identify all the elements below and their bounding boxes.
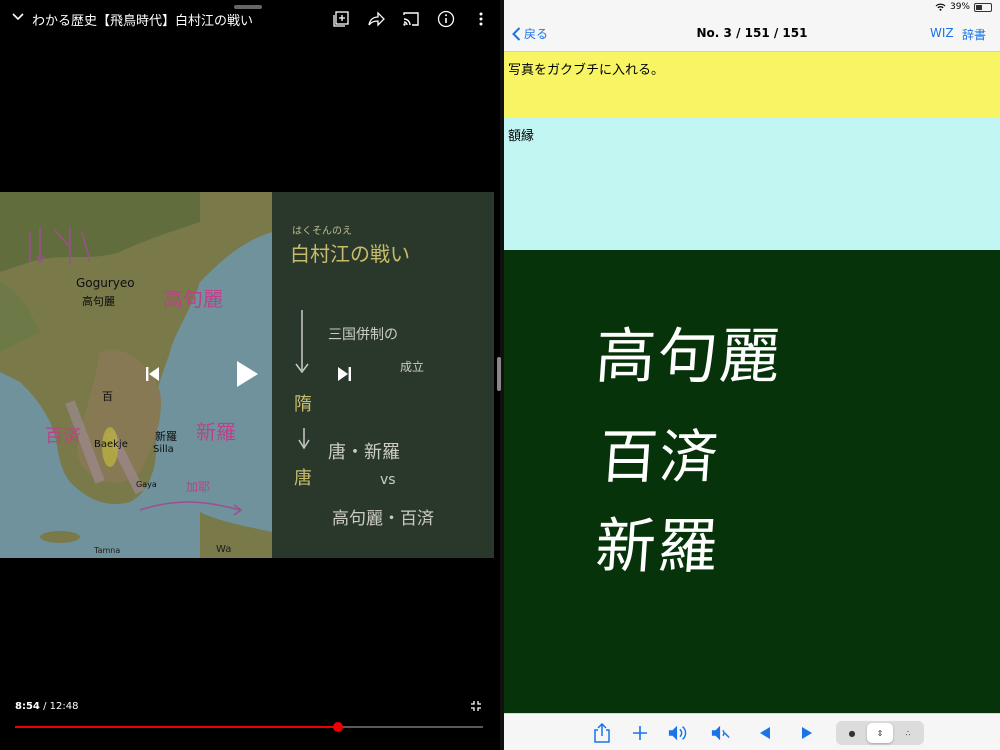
question-text: 写真をガクブチに入れる。 [508, 63, 665, 78]
progress-scrubber[interactable] [332, 722, 343, 732]
info-icon[interactable] [436, 9, 456, 29]
progress-played [15, 726, 338, 728]
video-top-bar: わかる歴史【飛鳥時代】白村江の戦い [0, 0, 500, 38]
battery-icon [974, 2, 992, 12]
answer-panel[interactable]: 額縁 [504, 118, 1000, 250]
duration: / 12:48 [43, 701, 79, 712]
next-icon[interactable] [335, 364, 355, 384]
flashcard-app: 39% 戻る No. 3 / 151 / 151 WIZ 辞書 写真をガクブチに… [504, 0, 1000, 750]
wiz-button[interactable]: WIZ [930, 26, 954, 40]
nav-bar: 39% 戻る No. 3 / 151 / 151 WIZ 辞書 [504, 0, 1000, 52]
video-time: 8:54 / 12:48 [15, 701, 78, 712]
view-mode-single[interactable]: ● [839, 723, 865, 743]
answer-text: 額縁 [508, 129, 535, 144]
cast-icon[interactable] [401, 9, 421, 29]
view-mode-segmented-control[interactable]: ● ⇕ ∴ [836, 721, 924, 745]
handwriting-board[interactable]: 高句麗 百済 新羅 [504, 250, 1000, 713]
video-frame[interactable]: Goguryeo 高句麗 高句麗 百 百済 Baekje 新羅 Silla 新羅… [0, 192, 494, 558]
wifi-icon [935, 3, 946, 11]
bottom-toolbar: ● ⇕ ∴ [504, 713, 1000, 750]
handwriting-line-1: 高句麗 [593, 322, 785, 392]
video-title: わかる歴史【飛鳥時代】白村江の戦い [32, 14, 254, 29]
status-bar: 39% [935, 2, 992, 12]
video-player[interactable]: わかる歴史【飛鳥時代】白村江の戦い Goguryeo 高句麗 高句麗 百 百済 … [0, 0, 500, 750]
speaker-loud-icon[interactable] [668, 723, 688, 743]
add-icon[interactable] [630, 723, 650, 743]
previous-card-icon[interactable] [755, 723, 775, 743]
exit-fullscreen-icon[interactable] [470, 700, 482, 712]
next-card-icon[interactable] [797, 723, 817, 743]
play-icon[interactable] [232, 358, 262, 390]
handwriting-line-2: 百済 [597, 423, 723, 491]
split-divider-handle[interactable] [497, 357, 501, 391]
view-mode-triple[interactable]: ∴ [895, 723, 921, 743]
chevron-down-icon[interactable] [11, 10, 25, 24]
question-panel[interactable]: 写真をガクブチに入れる。 [504, 52, 1000, 118]
screen: わかる歴史【飛鳥時代】白村江の戦い Goguryeo 高句麗 高句麗 百 百済 … [0, 0, 1000, 750]
dictionary-button[interactable]: 辞書 [962, 26, 986, 43]
handwriting-line-3: 新羅 [593, 512, 723, 582]
battery-percent: 39% [949, 2, 970, 12]
previous-icon[interactable] [142, 364, 162, 384]
card-counter: No. 3 / 151 / 151 [696, 26, 808, 40]
current-time: 8:54 [15, 701, 40, 712]
view-mode-vertical[interactable]: ⇕ [867, 723, 893, 743]
add-to-playlist-icon[interactable] [331, 9, 351, 29]
speaker-slow-icon[interactable] [711, 723, 731, 743]
progress-bar[interactable] [15, 726, 483, 728]
more-options-icon[interactable] [471, 9, 491, 29]
share-icon[interactable] [366, 9, 386, 29]
share-icon[interactable] [592, 723, 612, 743]
